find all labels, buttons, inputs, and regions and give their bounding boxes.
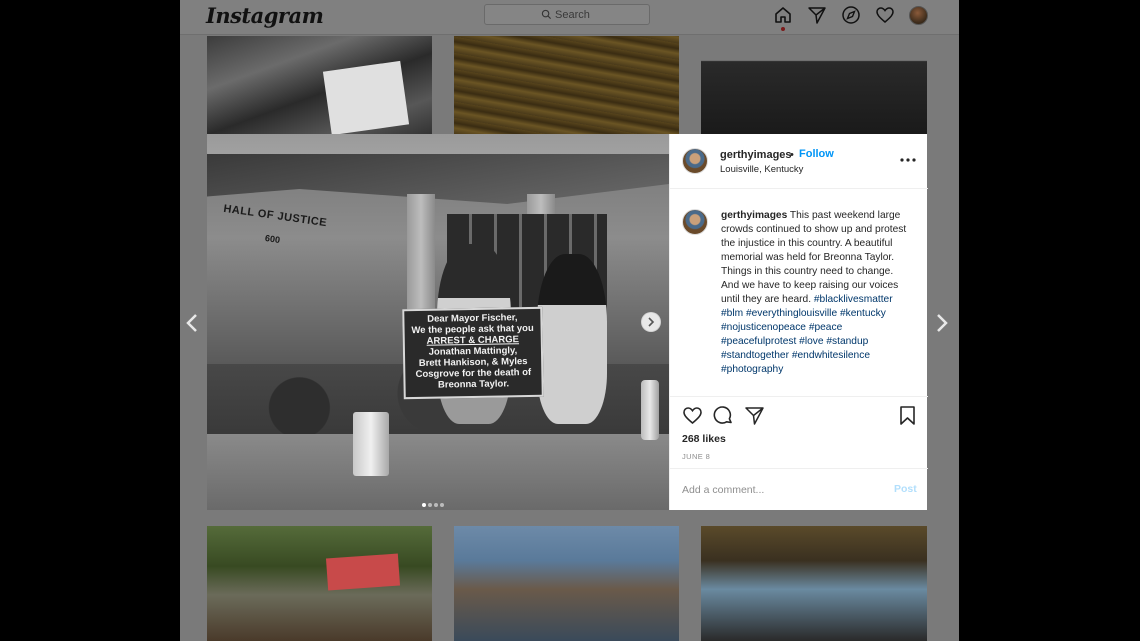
search-input[interactable] — [555, 7, 645, 22]
grid-thumbnail[interactable] — [207, 526, 432, 641]
post-date: JUNE 8 — [682, 452, 711, 461]
previous-post-icon[interactable] — [184, 312, 200, 334]
hashtag[interactable]: #kentucky — [840, 308, 886, 319]
grid-thumbnail[interactable] — [454, 36, 679, 134]
caption-text: This past weekend large crowds continued… — [721, 210, 907, 305]
search-box[interactable] — [484, 4, 650, 25]
post-location[interactable]: Louisville, Kentucky — [720, 164, 803, 175]
top-navbar: Instagram — [180, 0, 959, 35]
hashtag[interactable]: #blacklivesmatter — [814, 294, 893, 305]
hashtag[interactable]: #endwhitesilence — [792, 350, 870, 361]
comment-input[interactable] — [682, 482, 882, 498]
share-icon[interactable] — [744, 405, 765, 426]
building-number: 600 — [264, 233, 281, 245]
grid-thumbnail[interactable] — [701, 526, 927, 641]
protest-sign: Dear Mayor Fischer, We the people ask th… — [402, 306, 544, 400]
storefront-sign-image — [325, 553, 401, 591]
caption-username[interactable]: gerthyimages — [721, 210, 787, 221]
like-count[interactable]: 268 likes — [682, 433, 726, 445]
author-username[interactable]: gerthyimages — [720, 149, 792, 161]
hashtag[interactable]: #nojusticenopeace — [721, 322, 806, 333]
follow-button[interactable]: Follow — [799, 148, 834, 160]
notification-dot — [781, 27, 785, 31]
post-header: gerthyimages • Follow Louisville, Kentuc… — [670, 134, 928, 189]
profile-avatar[interactable] — [909, 6, 928, 25]
author-avatar[interactable] — [682, 148, 708, 174]
post-details-panel: gerthyimages • Follow Louisville, Kentuc… — [669, 134, 928, 510]
grid-thumbnail[interactable] — [701, 36, 927, 134]
like-heart-icon[interactable] — [682, 405, 703, 426]
explore-icon[interactable] — [841, 5, 861, 25]
search-icon — [541, 9, 552, 20]
caption-avatar[interactable] — [682, 209, 708, 235]
separator-dot: • — [790, 149, 794, 161]
home-icon[interactable] — [773, 5, 793, 25]
caption-row: gerthyimages This past weekend large cro… — [670, 189, 928, 395]
hashtag[interactable]: #everythinglouisville — [746, 308, 837, 319]
protest-sign-image — [322, 60, 410, 134]
next-post-icon[interactable] — [934, 312, 950, 334]
hashtag[interactable]: #standtogether — [721, 350, 789, 361]
grid-thumbnail[interactable] — [454, 526, 679, 641]
slide-indicator — [422, 494, 452, 507]
next-slide-icon[interactable] — [641, 312, 661, 332]
post-actions: 268 likes JUNE 8 — [670, 396, 928, 468]
more-options-icon[interactable] — [898, 152, 918, 168]
hashtag[interactable]: #photography — [721, 364, 783, 375]
direct-icon[interactable] — [807, 5, 827, 25]
post-modal: HALL OF JUSTICE 600 Dear Mayor Fischer, … — [207, 134, 928, 510]
water-bottle — [641, 380, 659, 440]
activity-icon[interactable] — [875, 5, 895, 25]
post-caption: gerthyimages This past weekend large cro… — [721, 209, 913, 377]
post-comment-button[interactable]: Post — [894, 483, 917, 495]
hashtag[interactable]: #blm — [721, 308, 743, 319]
hashtag[interactable]: #standup — [826, 336, 868, 347]
save-bookmark-icon[interactable] — [897, 405, 918, 426]
hashtag[interactable]: #peacefulprotest — [721, 336, 796, 347]
drink-cup — [353, 412, 389, 476]
grid-thumbnail[interactable] — [207, 36, 432, 134]
child-figure — [537, 254, 607, 424]
hashtag[interactable]: #peace — [809, 322, 842, 333]
comment-bar: Post — [670, 468, 928, 510]
instagram-logo[interactable]: Instagram — [206, 3, 324, 28]
post-photo[interactable]: HALL OF JUSTICE 600 Dear Mayor Fischer, … — [207, 134, 669, 510]
hashtag[interactable]: #love — [799, 336, 823, 347]
comment-bubble-icon[interactable] — [713, 405, 734, 426]
